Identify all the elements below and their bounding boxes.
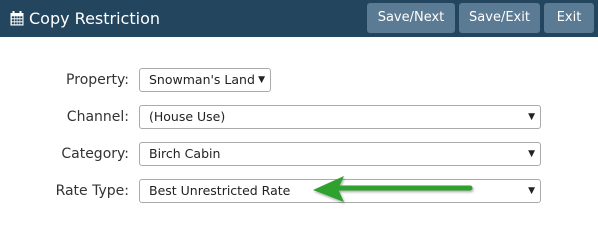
channel-select-value: (House Use) [149,109,226,124]
save-exit-button[interactable]: Save/Exit [459,3,540,33]
property-label: Property: [66,72,129,88]
category-select-value: Birch Cabin [149,146,221,161]
page-title: Copy Restriction [10,0,160,37]
channel-select[interactable]: (House Use) ▼ [139,105,541,129]
chevron-down-icon: ▼ [258,75,265,85]
property-select-value: Snowman's Land [149,72,255,87]
chevron-down-icon: ▼ [528,149,535,159]
category-label: Category: [61,146,129,162]
chevron-down-icon: ▼ [528,186,535,196]
chevron-down-icon: ▼ [528,112,535,122]
page-title-text: Copy Restriction [29,9,160,28]
rate-type-select-value: Best Unrestricted Rate [149,183,291,198]
category-select[interactable]: Birch Cabin ▼ [139,142,541,166]
copy-restriction-page: Copy Restriction Save/Next Save/Exit Exi… [0,0,598,236]
header-bar: Copy Restriction Save/Next Save/Exit Exi… [0,0,598,37]
property-select[interactable]: Snowman's Land ▼ [139,68,271,92]
rate-type-select[interactable]: Best Unrestricted Rate ▼ [139,179,541,203]
rate-type-label: Rate Type: [55,183,129,199]
save-next-button[interactable]: Save/Next [367,3,455,33]
exit-button[interactable]: Exit [544,3,594,33]
calendar-icon [10,11,24,26]
channel-label: Channel: [66,109,129,125]
